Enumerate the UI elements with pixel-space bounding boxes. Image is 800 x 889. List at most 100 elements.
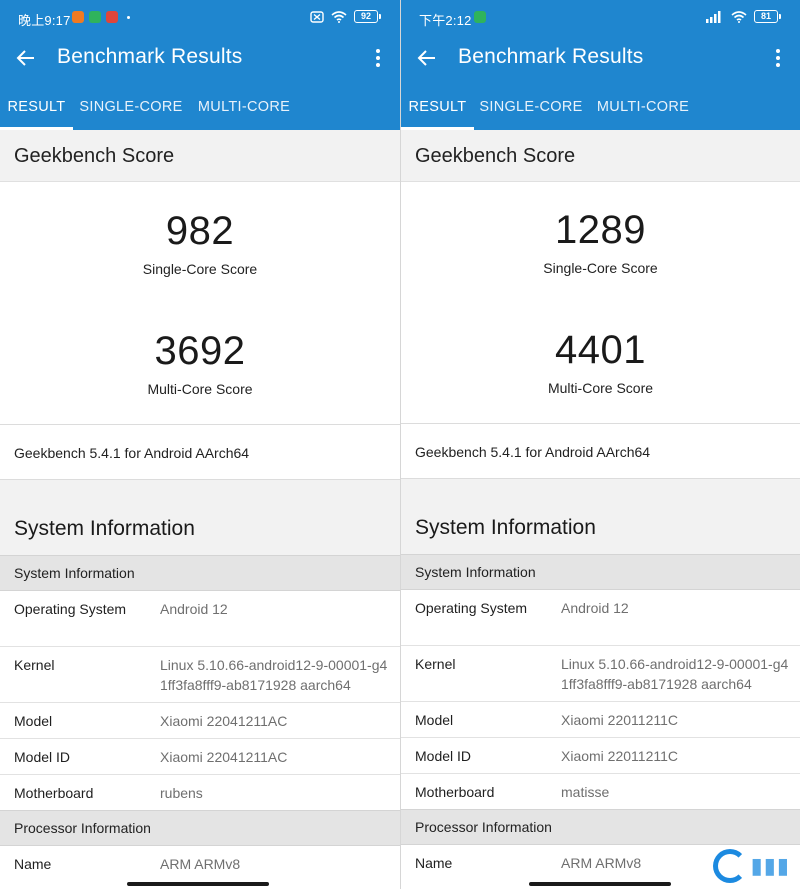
multi-core-score: 4401: [555, 328, 646, 372]
tab-bar: RESULT SINGLE-CORE MULTI-CORE: [0, 88, 400, 130]
status-bar: 晚上9:17 92: [0, 0, 400, 36]
row-key: Kernel: [14, 657, 55, 673]
system-info-title: System Information: [415, 516, 596, 539]
watermark-logo: ▮▮▮: [712, 849, 790, 883]
subheader-label: System Information: [14, 565, 135, 581]
single-core-score-block: 982 Single-Core Score: [0, 209, 400, 277]
toolbar: Benchmark Results: [0, 36, 400, 80]
tab-single-core[interactable]: SINGLE-CORE: [73, 88, 189, 130]
multi-core-label: Multi-Core Score: [147, 381, 253, 397]
info-row-motherboard: Motherboard matisse: [401, 774, 800, 810]
overflow-menu-button[interactable]: [768, 44, 788, 72]
subheader-label: Processor Information: [415, 819, 552, 835]
status-right-icons: 81: [706, 10, 781, 23]
row-value: Android 12: [160, 601, 228, 617]
left-screenshot: 晚上9:17 92 Benchmark Results RESULT SINGL…: [0, 0, 400, 889]
info-row-model: Model Xiaomi 22011211C: [401, 702, 800, 738]
shield-notification-icon: [474, 11, 486, 23]
watermark-text-icon: ▮▮▮: [750, 853, 790, 878]
row-value: Linux 5.10.66-android12-9-00001-g41ff3fa…: [160, 657, 388, 693]
row-value: Android 12: [561, 600, 629, 616]
version-row: Geekbench 5.4.1 for Android AArch64: [401, 423, 800, 479]
row-key: Motherboard: [14, 785, 94, 801]
processor-info-subheader: Processor Information: [401, 809, 800, 845]
system-info-subheader: System Information: [401, 554, 800, 590]
wifi-icon: [731, 10, 747, 23]
toolbar: Benchmark Results: [401, 36, 800, 80]
page-title: Benchmark Results: [57, 45, 243, 68]
version-row: Geekbench 5.4.1 for Android AArch64: [0, 424, 400, 480]
tab-result[interactable]: RESULT: [0, 88, 73, 130]
back-button[interactable]: [12, 44, 40, 72]
battery-indicator: 81: [754, 10, 781, 23]
single-core-label: Single-Core Score: [142, 261, 258, 277]
row-key: Model ID: [14, 749, 71, 765]
info-row-os: Operating System Android 12: [401, 590, 800, 646]
row-value: matisse: [561, 784, 610, 800]
multi-core-score-block: 3692 Multi-Core Score: [0, 329, 400, 397]
right-screenshot: 下午2:12 81 Benchmark Results RESULT SINGL…: [401, 0, 800, 889]
info-row-kernel: Kernel Linux 5.10.66-android12-9-00001-g…: [0, 647, 400, 703]
row-key: Name: [415, 855, 453, 871]
row-key: Model: [415, 712, 454, 728]
version-text: Geekbench 5.4.1 for Android AArch64: [415, 444, 651, 460]
multi-core-score: 3692: [154, 329, 246, 373]
info-row-model: Model Xiaomi 22041211AC: [0, 703, 400, 739]
more-vert-icon: [776, 49, 780, 67]
row-value: Linux 5.10.66-android12-9-00001-g41ff3fa…: [561, 656, 789, 692]
row-key: Operating System: [14, 601, 127, 617]
system-info-subheader: System Information: [0, 555, 400, 591]
row-value: rubens: [160, 785, 203, 801]
battery-indicator: 92: [354, 10, 381, 23]
system-info-band: System Information: [0, 480, 400, 556]
row-key: Model: [14, 713, 53, 729]
shield-notification-icon: [89, 11, 101, 23]
status-time: 晚上9:17: [18, 13, 71, 28]
notification-icons: [474, 11, 486, 23]
version-text: Geekbench 5.4.1 for Android AArch64: [14, 445, 250, 461]
arrow-left-icon: [16, 50, 34, 66]
info-row-motherboard: Motherboard rubens: [0, 775, 400, 811]
single-core-score: 982: [165, 209, 235, 253]
processor-info-subheader: Processor Information: [0, 810, 400, 846]
tab-result[interactable]: RESULT: [401, 88, 474, 130]
home-indicator[interactable]: [529, 882, 671, 886]
row-key: Kernel: [415, 656, 456, 672]
watermark-ring-icon: [712, 849, 747, 883]
section-title: Geekbench Score: [14, 145, 175, 167]
multi-core-score-block: 4401 Multi-Core Score: [401, 328, 800, 396]
single-core-label: Single-Core Score: [543, 260, 658, 276]
row-value: Xiaomi 22011211C: [561, 712, 679, 728]
multi-core-label: Multi-Core Score: [547, 380, 654, 396]
row-key: Model ID: [415, 748, 472, 764]
row-value: Xiaomi 22011211C: [561, 748, 679, 764]
app-header: 晚上9:17 92 Benchmark Results RESULT SINGL…: [0, 0, 400, 130]
info-row-kernel: Kernel Linux 5.10.66-android12-9-00001-g…: [401, 646, 800, 702]
tab-multi-core[interactable]: MULTI-CORE: [189, 88, 299, 130]
tab-multi-core[interactable]: MULTI-CORE: [588, 88, 698, 130]
single-core-score: 1289: [555, 208, 646, 252]
subheader-label: Processor Information: [14, 820, 151, 836]
tab-single-core[interactable]: SINGLE-CORE: [474, 88, 588, 130]
status-bar: 下午2:12 81: [401, 0, 800, 36]
sim-off-icon: [310, 10, 324, 23]
home-indicator[interactable]: [127, 882, 269, 886]
system-info-band: System Information: [401, 479, 800, 555]
geekbench-score-header: Geekbench Score: [0, 130, 400, 182]
row-value: ARM ARMv8: [160, 856, 241, 872]
app-notification-icon: [106, 11, 118, 23]
row-key: Motherboard: [415, 784, 495, 800]
row-value: Xiaomi 22041211AC: [160, 713, 288, 729]
more-notifications-dot-icon: [127, 15, 130, 19]
overflow-menu-button[interactable]: [368, 44, 388, 72]
system-info-title: System Information: [14, 517, 195, 540]
info-row-model-id: Model ID Xiaomi 22041211AC: [0, 739, 400, 775]
mi-notification-icon: [72, 11, 84, 23]
wifi-icon: [331, 10, 347, 23]
single-core-score-block: 1289 Single-Core Score: [401, 208, 800, 276]
geekbench-score-header: Geekbench Score: [401, 130, 800, 182]
status-time: 下午2:12: [419, 13, 472, 28]
row-value: Xiaomi 22041211AC: [160, 749, 288, 765]
status-right-icons: 92: [310, 10, 381, 23]
back-button[interactable]: [413, 44, 441, 72]
